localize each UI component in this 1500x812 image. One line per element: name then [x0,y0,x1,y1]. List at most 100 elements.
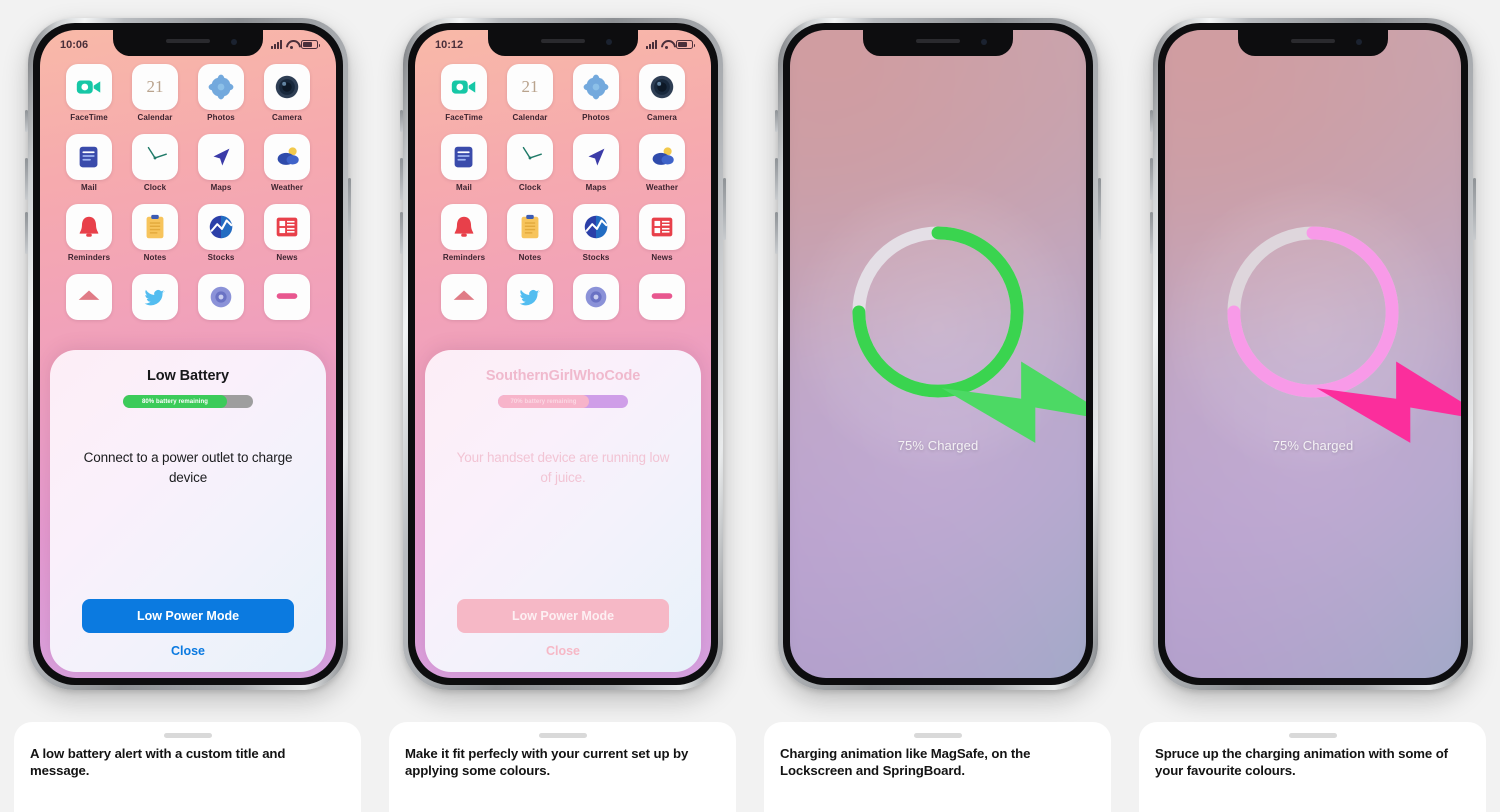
app-icon-facetime[interactable]: FaceTime [435,64,493,122]
camera-icon [264,64,310,110]
app-icon-weather[interactable]: Weather [633,134,691,192]
app-icon-camera[interactable]: Camera [258,64,316,122]
app-icon-calendar[interactable]: 21 Calendar [126,64,184,122]
grabber-handle [913,733,962,738]
app-icon-label: Notes [518,253,542,262]
facetime-icon [66,64,112,110]
phone-bezel: 75% Charged [1158,23,1468,685]
caption-card: Make it fit perfecly with your current s… [389,722,736,812]
volume-down-button[interactable] [1150,212,1153,254]
app-icon-label: News [276,253,298,262]
phone-frame: 75% Charged [1150,18,1476,690]
power-button[interactable] [1473,178,1476,240]
stocks-icon [573,204,619,250]
low-battery-alert: SouthernGirlWhoCode 70% battery remainin… [425,350,701,672]
app-icon-clock[interactable]: Clock [126,134,184,192]
app-icon-calendar[interactable]: 21 Calendar [501,64,559,122]
app-icon-photos[interactable]: Photos [567,64,625,122]
volume-up-button[interactable] [1150,158,1153,200]
app-icon-music[interactable] [258,274,316,323]
low-power-mode-button[interactable]: Low Power Mode [457,599,669,633]
battery-progress-label: 80% battery remaining [141,398,209,405]
cellular-bars-icon [271,40,282,49]
battery-progress-track: 80% battery remaining [123,395,253,408]
power-button[interactable] [723,178,726,240]
app-icon-label: News [651,253,673,262]
app-icon-label: FaceTime [445,113,483,122]
app-icon-label: Photos [582,113,610,122]
low-power-mode-button[interactable]: Low Power Mode [82,599,294,633]
app-icon-mail[interactable]: Mail [60,134,118,192]
app-icon-label: Photos [207,113,235,122]
volume-up-button[interactable] [400,158,403,200]
app-icon-reminders[interactable]: Reminders [435,204,493,262]
status-time: 10:06 [60,38,89,51]
grabber-handle [1288,733,1337,738]
app-icon-facetime[interactable]: FaceTime [60,64,118,122]
app-icon-weather[interactable]: Weather [258,134,316,192]
settings-icon [573,274,619,320]
app-icon-music[interactable] [633,274,691,323]
low-battery-alert: Low Battery 80% battery remaining Connec… [50,350,326,672]
app-icon-twitter[interactable] [126,274,184,323]
charging-ring [1221,220,1461,443]
news-icon [264,204,310,250]
volume-down-button[interactable] [400,212,403,254]
app-icon-reminders[interactable]: Reminders [60,204,118,262]
app-icon-stocks[interactable]: Stocks [192,204,250,262]
battery-icon [301,40,320,49]
app-icon-clock[interactable]: Clock [501,134,559,192]
earpiece-speaker [541,39,585,43]
app-icon-label: Reminders [67,253,111,262]
wifi-icon [661,40,672,49]
caption-card: Charging animation like MagSafe, on the … [764,722,1111,812]
app-icon-stocks[interactable]: Stocks [567,204,625,262]
app-icon-settings[interactable] [192,274,250,323]
volume-down-button[interactable] [775,212,778,254]
battery-icon [676,40,695,49]
volume-up-button[interactable] [25,158,28,200]
notes-icon [507,204,553,250]
app-icon-home[interactable] [435,274,493,323]
lightning-bolt-icon [941,361,1086,443]
app-icon-maps[interactable]: Maps [567,134,625,192]
facetime-icon [441,64,487,110]
calendar-icon: 21 [132,64,178,110]
power-button[interactable] [1098,178,1101,240]
app-icon-mail[interactable]: Mail [435,134,493,192]
photos-icon [198,64,244,110]
silent-switch[interactable] [1150,110,1153,132]
app-icon-notes[interactable]: Notes [126,204,184,262]
status-indicators [646,40,695,49]
app-icon-news[interactable]: News [633,204,691,262]
close-button[interactable]: Close [171,644,205,658]
silent-switch[interactable] [775,110,778,132]
app-icon-settings[interactable] [567,274,625,323]
silent-switch[interactable] [400,110,403,132]
phone-frame: 10:12 FaceTime 21 Calendar Photos Camera Mail… [400,18,726,690]
app-icon-camera[interactable]: Camera [633,64,691,122]
app-icon-news[interactable]: News [258,204,316,262]
app-icon-maps[interactable]: Maps [192,134,250,192]
notch [1238,30,1388,56]
power-button[interactable] [348,178,351,240]
earpiece-speaker [166,39,210,43]
volume-down-button[interactable] [25,212,28,254]
device-screen: 75% Charged [790,30,1086,678]
phone-bezel: 10:12 FaceTime 21 Calendar Photos Camera Mail… [408,23,718,685]
app-icon-twitter[interactable] [501,274,559,323]
caption-text: Make it fit perfecly with your current s… [405,746,689,778]
app-icon-label: Stocks [207,253,235,262]
alert-message: Your handset device are running low of j… [456,450,670,486]
close-button[interactable]: Close [546,644,580,658]
grabber-handle [538,733,587,738]
app-icon-photos[interactable]: Photos [192,64,250,122]
alert-message: Connect to a power outlet to charge devi… [83,450,293,486]
app-icon-notes[interactable]: Notes [501,204,559,262]
news-icon [639,204,685,250]
notch [488,30,638,56]
volume-up-button[interactable] [775,158,778,200]
silent-switch[interactable] [25,110,28,132]
app-icon-home[interactable] [60,274,118,323]
app-icon-label: Calendar [512,113,548,122]
